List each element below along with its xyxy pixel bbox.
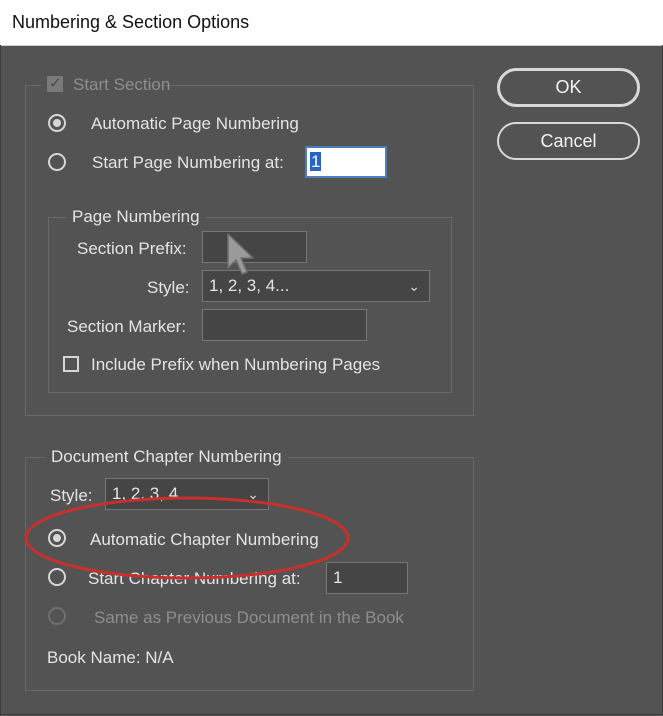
start-chapter-numbering-label[interactable]: Start Chapter Numbering at: <box>88 569 301 589</box>
start-page-number-value: 1 <box>310 152 322 171</box>
dialog-title: Numbering & Section Options <box>12 12 250 32</box>
title-bar: Numbering & Section Options <box>0 0 663 46</box>
automatic-chapter-numbering-radio[interactable] <box>48 529 66 547</box>
include-prefix-label[interactable]: Include Prefix when Numbering Pages <box>91 355 380 375</box>
start-chapter-number-input[interactable]: 1 <box>326 562 408 594</box>
chapter-numbering-legend: Document Chapter Numbering <box>45 447 288 467</box>
automatic-page-numbering-label[interactable]: Automatic Page Numbering <box>91 114 299 134</box>
section-marker-input[interactable] <box>202 309 367 341</box>
start-section-checkbox[interactable] <box>47 74 63 92</box>
ok-button[interactable]: OK <box>497 68 640 107</box>
start-section-label: Start Section <box>73 75 171 94</box>
start-page-numbering-radio[interactable] <box>48 153 66 171</box>
chapter-style-value: 1, 2, 3, 4... <box>112 484 193 503</box>
section-prefix-label: Section Prefix: <box>77 239 187 258</box>
chapter-style-select[interactable]: 1, 2, 3, 4... ⌄ <box>105 478 269 510</box>
page-style-label: Style: <box>147 278 190 297</box>
chevron-down-icon: ⌄ <box>408 278 420 294</box>
page-numbering-legend: Page Numbering <box>66 207 206 227</box>
chapter-style-label: Style: <box>50 486 93 505</box>
automatic-chapter-numbering-label[interactable]: Automatic Chapter Numbering <box>90 530 319 550</box>
cancel-button[interactable]: Cancel <box>497 122 640 160</box>
start-chapter-numbering-radio[interactable] <box>48 568 66 586</box>
mouse-cursor-icon <box>227 233 254 275</box>
automatic-page-numbering-radio[interactable] <box>48 114 66 132</box>
book-name-label: Book Name: N/A <box>47 648 174 667</box>
section-marker-label: Section Marker: <box>67 317 187 336</box>
same-as-previous-radio[interactable] <box>48 607 66 625</box>
same-as-previous-label: Same as Previous Document in the Book <box>94 608 404 627</box>
start-section-checkbox-wrap[interactable]: Start Section <box>41 73 170 97</box>
chevron-down-icon: ⌄ <box>247 486 259 502</box>
start-page-numbering-label[interactable]: Start Page Numbering at: <box>92 153 284 173</box>
start-page-number-input[interactable]: 1 <box>305 146 387 178</box>
include-prefix-checkbox[interactable] <box>63 356 79 372</box>
